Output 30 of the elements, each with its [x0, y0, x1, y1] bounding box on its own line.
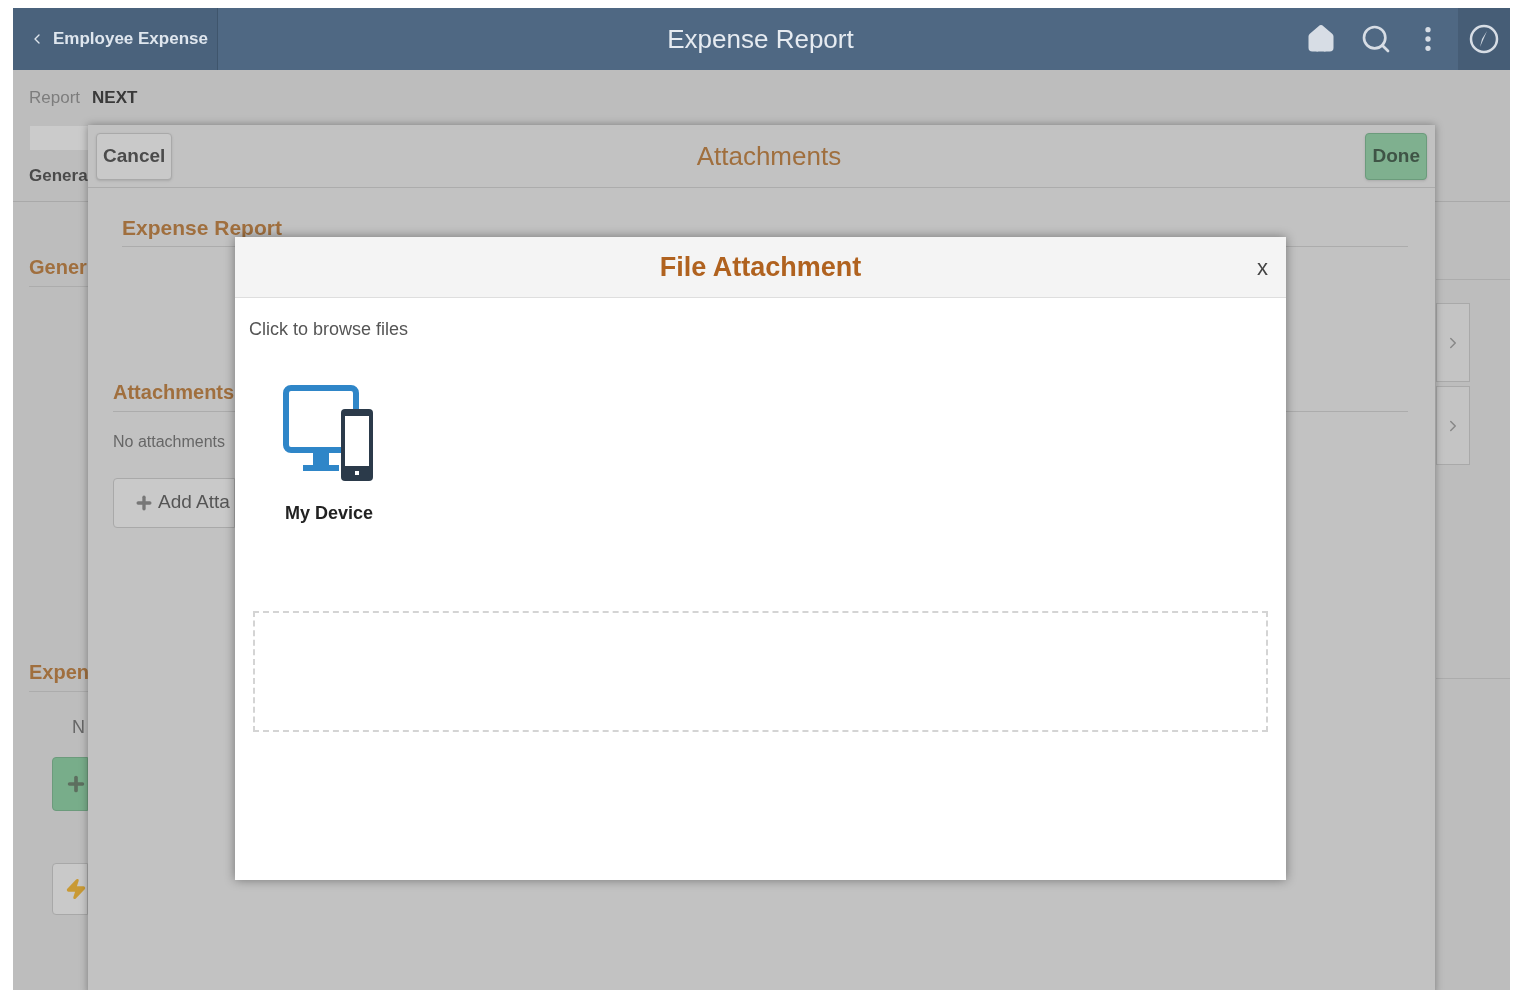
- computer-and-phone-icon: [283, 385, 375, 482]
- cancel-button[interactable]: Cancel: [96, 132, 173, 180]
- search-icon[interactable]: [1360, 23, 1392, 55]
- section-heading: Gener: [29, 256, 87, 278]
- dialog-title: File Attachment: [659, 250, 862, 284]
- modal-title: Attachments: [696, 139, 842, 173]
- instruction-text: Click to browse files: [249, 318, 410, 341]
- report-label: Report: [29, 87, 81, 110]
- plus-icon: [65, 773, 87, 795]
- add-button[interactable]: [52, 757, 88, 811]
- source-label[interactable]: My Device: [284, 500, 374, 527]
- drop-zone[interactable]: [253, 611, 1268, 732]
- section-heading: Expen: [29, 661, 90, 683]
- empty-text: N: [72, 716, 86, 739]
- close-button[interactable]: x: [1257, 250, 1268, 284]
- attachments-heading: Attachments: [113, 380, 235, 403]
- report-value: NEXT: [92, 87, 138, 110]
- list-card[interactable]: [1436, 303, 1470, 382]
- empty-text: No attachments: [113, 431, 227, 452]
- compass-icon[interactable]: [1469, 24, 1499, 54]
- section-heading: Expense Report: [122, 216, 282, 239]
- back-button[interactable]: Employee Expense: [13, 8, 218, 70]
- general-tab[interactable]: Genera: [29, 162, 88, 189]
- home-icon[interactable]: [1306, 24, 1336, 54]
- lightning-icon: [65, 878, 87, 900]
- add-attachment-button[interactable]: Add Atta: [113, 477, 235, 528]
- action-button[interactable]: [52, 863, 88, 915]
- done-button[interactable]: Done: [1365, 132, 1427, 180]
- page-title: Expense Report: [666, 22, 855, 56]
- list-card[interactable]: [1436, 386, 1470, 465]
